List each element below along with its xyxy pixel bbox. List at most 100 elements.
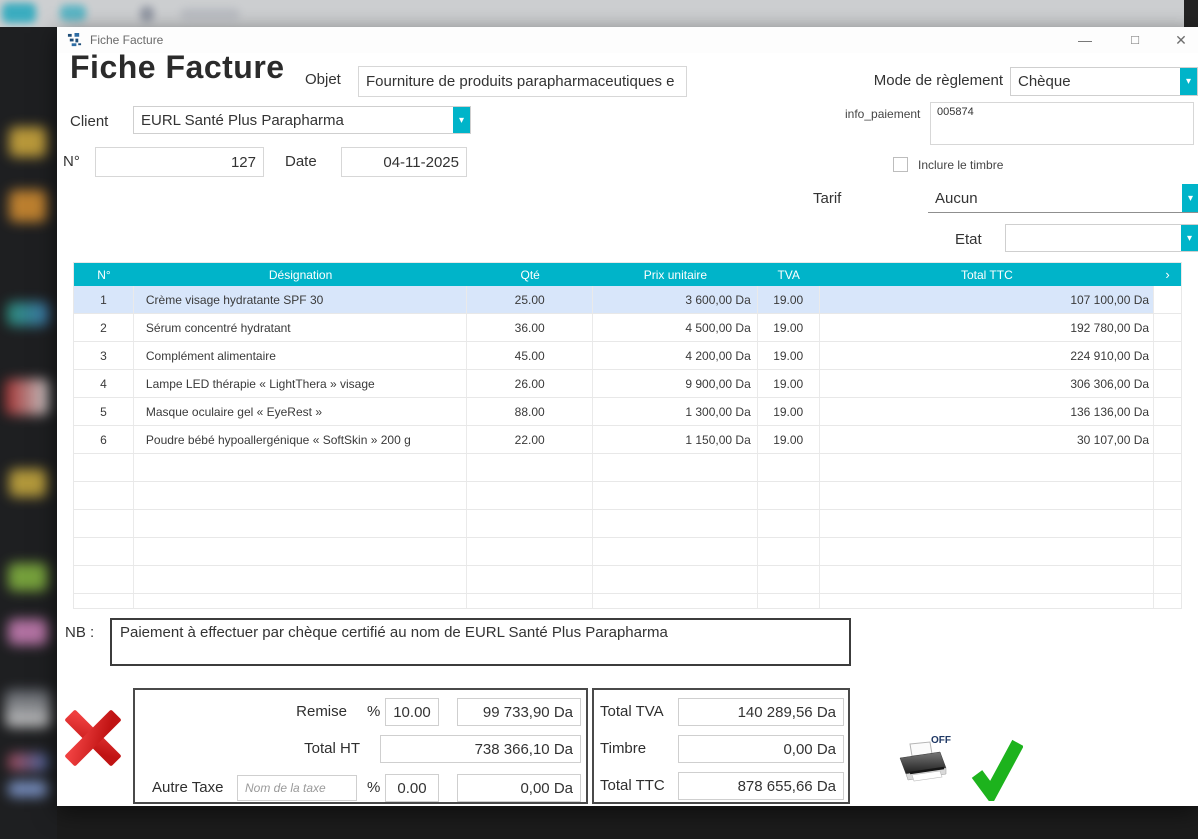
- cell-designation: Masque oculaire gel « EyeRest »: [134, 398, 467, 425]
- cell-n: [74, 482, 134, 509]
- timbre-field[interactable]: [678, 735, 844, 763]
- inclure-timbre-checkbox[interactable]: [893, 157, 908, 172]
- column-header-tva[interactable]: TVA: [758, 263, 820, 286]
- remise-label: Remise: [265, 703, 347, 720]
- chevron-down-icon[interactable]: ▾: [1180, 68, 1197, 95]
- info-paiement-label: info_paiement: [845, 107, 920, 121]
- cell-qte: [467, 510, 593, 537]
- desktop-icon-blob: [8, 753, 48, 771]
- client-combobox[interactable]: EURL Santé Plus Parapharma ▾: [133, 106, 471, 134]
- cell-n: [74, 594, 134, 609]
- close-button[interactable]: ✕: [1159, 27, 1198, 53]
- table-row[interactable]: 1Crème visage hydratante SPF 3025.003 60…: [74, 286, 1181, 314]
- autre-taxe-pct-input[interactable]: [385, 774, 439, 802]
- remise-pct-input[interactable]: [385, 698, 439, 726]
- column-header-designation[interactable]: Désignation: [134, 263, 467, 286]
- cell-n: 6: [74, 426, 134, 453]
- desktop-icon-blob: [9, 469, 47, 497]
- cell-tva: 19.00: [758, 426, 820, 453]
- cell-designation: [134, 482, 467, 509]
- table-row[interactable]: 3Complément alimentaire45.004 200,00 Da1…: [74, 342, 1181, 370]
- cell-gutter: [1154, 566, 1181, 593]
- validate-button[interactable]: [971, 737, 1023, 805]
- chevron-down-icon[interactable]: ▾: [1181, 225, 1198, 251]
- cell-n: 1: [74, 286, 134, 313]
- table-row[interactable]: [74, 538, 1181, 566]
- objet-label: Objet: [305, 71, 341, 88]
- cell-total-ttc: 30 107,00 Da: [820, 426, 1154, 453]
- cell-qte: 88.00: [467, 398, 593, 425]
- tarif-combobox[interactable]: Aucun ▾: [928, 184, 1198, 213]
- date-input[interactable]: [341, 147, 467, 177]
- cell-prix-unitaire: 4 500,00 Da: [593, 314, 758, 341]
- total-tva-field[interactable]: [678, 698, 844, 726]
- cell-qte: 26.00: [467, 370, 593, 397]
- cell-qte: [467, 566, 593, 593]
- autre-taxe-amount-field[interactable]: [457, 774, 581, 802]
- cell-gutter: [1154, 538, 1181, 565]
- total-ht-label: Total HT: [265, 740, 360, 757]
- items-table: N° Désignation Qté Prix unitaire TVA Tot…: [73, 262, 1182, 609]
- table-row[interactable]: [74, 510, 1181, 538]
- cell-total-ttc: 192 780,00 Da: [820, 314, 1154, 341]
- cell-prix-unitaire: 3 600,00 Da: [593, 286, 758, 313]
- nb-field[interactable]: Paiement à effectuer par chèque certifié…: [110, 618, 851, 666]
- desktop-icon-blob: [8, 781, 48, 797]
- cell-designation: [134, 538, 467, 565]
- chevron-down-icon[interactable]: ▾: [453, 107, 470, 133]
- numero-input[interactable]: [95, 147, 264, 177]
- column-header-prix-unitaire[interactable]: Prix unitaire: [593, 263, 758, 286]
- table-row[interactable]: 4Lampe LED thérapie « LightThera » visag…: [74, 370, 1181, 398]
- table-scroll-button[interactable]: ›: [1154, 263, 1181, 286]
- etat-value: [1006, 225, 1181, 251]
- mode-reglement-combobox[interactable]: Chèque ▾: [1010, 67, 1198, 96]
- info-paiement-field[interactable]: 005874: [930, 102, 1194, 145]
- table-row[interactable]: 5Masque oculaire gel « EyeRest »88.001 3…: [74, 398, 1181, 426]
- objet-input[interactable]: [358, 66, 687, 97]
- tarif-value: Aucun: [928, 184, 1182, 212]
- cell-prix-unitaire: [593, 510, 758, 537]
- cancel-button[interactable]: [66, 710, 120, 766]
- table-row[interactable]: [74, 454, 1181, 482]
- background-blob: [60, 5, 86, 21]
- cell-tva: 19.00: [758, 314, 820, 341]
- cell-total-ttc: [820, 538, 1154, 565]
- table-row[interactable]: [74, 566, 1181, 594]
- date-label: Date: [285, 153, 317, 170]
- cell-tva: [758, 566, 820, 593]
- column-header-total-ttc[interactable]: Total TTC: [820, 263, 1154, 286]
- etat-combobox[interactable]: ▾: [1005, 224, 1198, 252]
- total-ttc-field[interactable]: [678, 772, 844, 800]
- totals-left-box: Remise % Total HT Autre Taxe %: [133, 688, 588, 804]
- etat-label: Etat: [955, 231, 982, 248]
- desktop-icon-blob: [9, 127, 47, 157]
- table-row[interactable]: 2Sérum concentré hydratant36.004 500,00 …: [74, 314, 1181, 342]
- column-header-qte[interactable]: Qté: [467, 263, 593, 286]
- chevron-down-icon[interactable]: ▾: [1182, 184, 1198, 212]
- remise-amount-field[interactable]: [457, 698, 581, 726]
- minimize-button[interactable]: —: [1063, 27, 1107, 53]
- cell-designation: [134, 510, 467, 537]
- print-button[interactable]: [896, 741, 948, 789]
- cell-gutter: [1154, 314, 1181, 341]
- desktop-icon-blob: [7, 302, 49, 326]
- cell-gutter: [1154, 482, 1181, 509]
- column-header-numero[interactable]: N°: [74, 263, 134, 286]
- cell-prix-unitaire: 1 150,00 Da: [593, 426, 758, 453]
- table-row[interactable]: [74, 482, 1181, 510]
- cell-n: [74, 566, 134, 593]
- table-row[interactable]: [74, 594, 1181, 609]
- cell-n: [74, 510, 134, 537]
- items-table-header: N° Désignation Qté Prix unitaire TVA Tot…: [74, 263, 1181, 286]
- cell-tva: 19.00: [758, 286, 820, 313]
- printer-icon: [896, 741, 948, 785]
- desktop-icon-blob: [8, 619, 48, 645]
- cell-tva: [758, 482, 820, 509]
- cell-qte: 25.00: [467, 286, 593, 313]
- autre-taxe-name-input[interactable]: [237, 775, 357, 801]
- maximize-button[interactable]: □: [1113, 27, 1157, 53]
- table-row[interactable]: 6Poudre bébé hypoallergénique « SoftSkin…: [74, 426, 1181, 454]
- total-ht-field[interactable]: [380, 735, 581, 763]
- cell-gutter: [1154, 342, 1181, 369]
- mode-reglement-value: Chèque: [1011, 68, 1180, 95]
